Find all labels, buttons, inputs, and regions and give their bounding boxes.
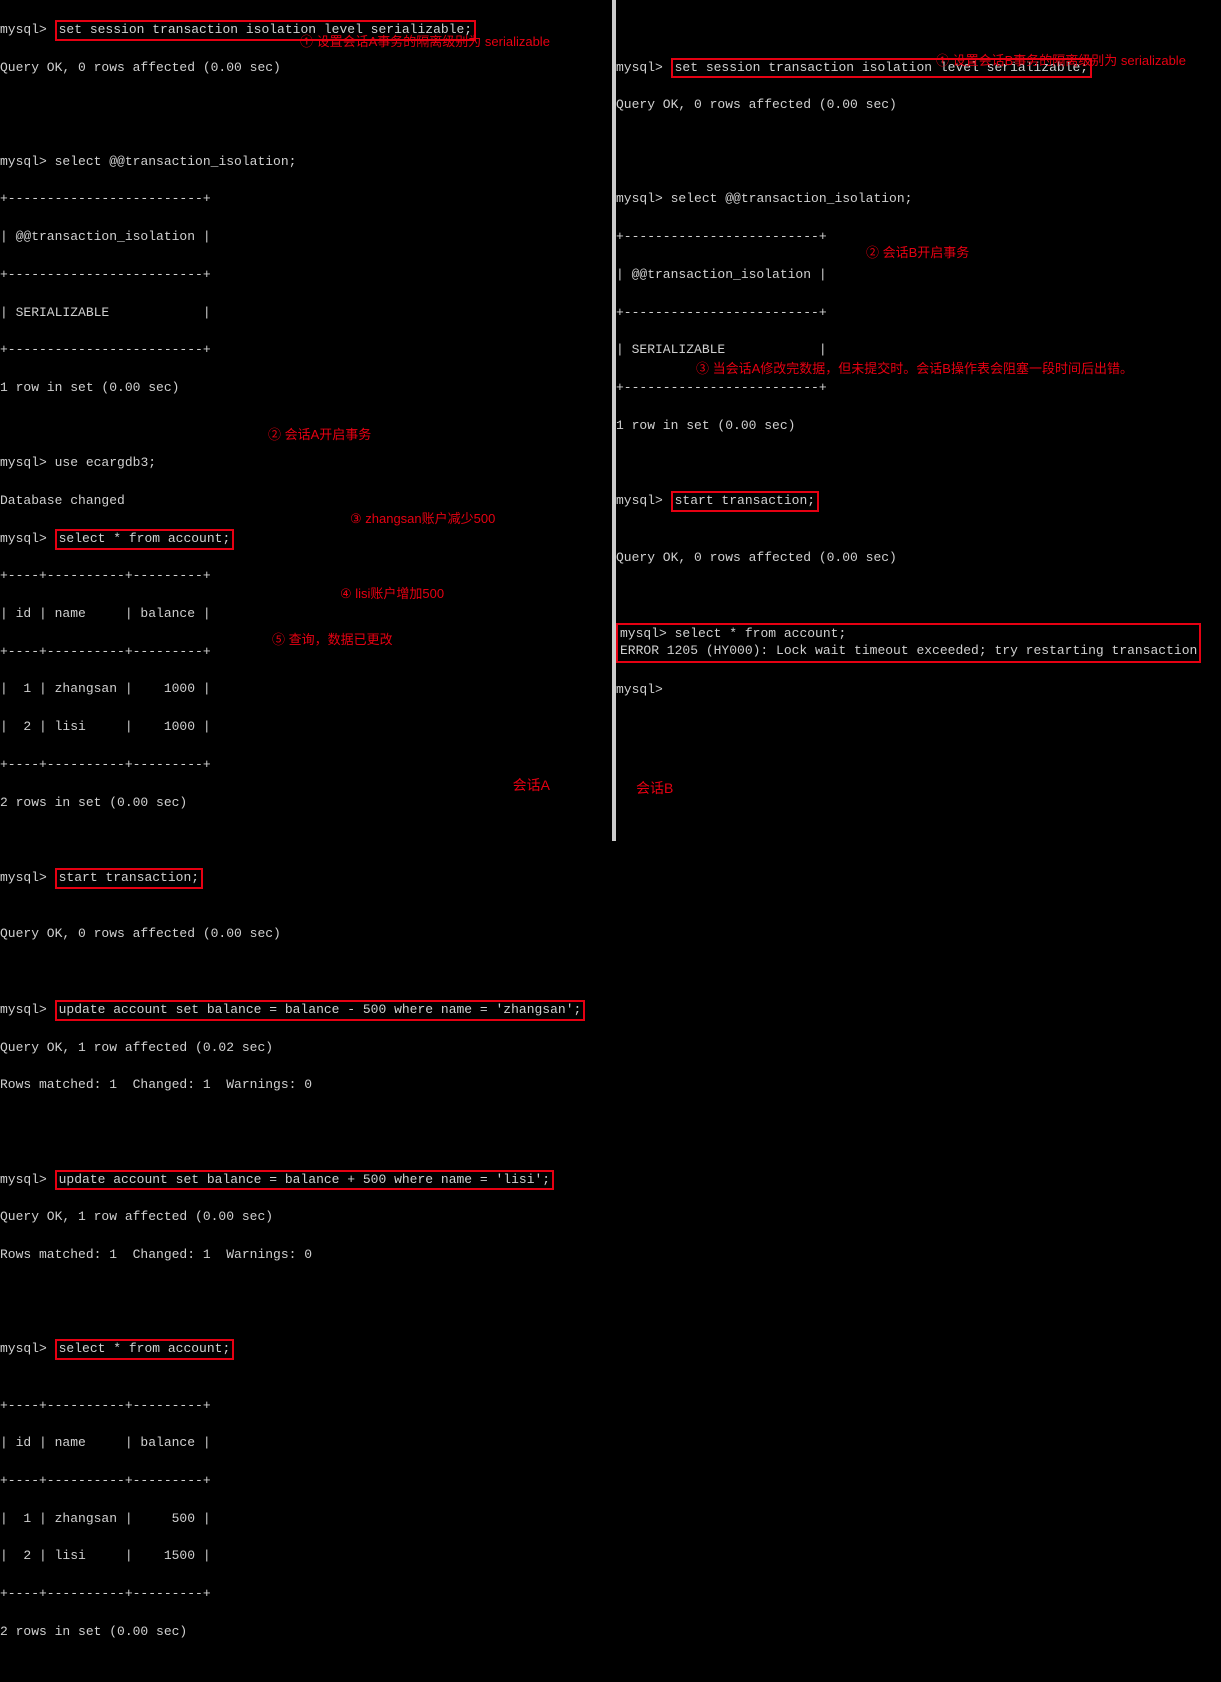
terminal-session-b[interactable]: mysql> set session transaction isolation… [616,0,1217,841]
result-line: Query OK, 0 rows affected (0.00 sec) [0,59,612,78]
table-border: +----+----------+---------+ [0,756,612,775]
table-header: | id | name | balance | [0,1434,612,1453]
table-border: +-------------------------+ [616,379,1217,398]
table-row: | SERIALIZABLE | [616,341,1217,360]
mysql-prompt: mysql> [0,870,47,885]
cmd-select-iso: select @@transaction_isolation; [55,154,297,169]
annotation-1b: ① 设置会话B事务的隔离级别为 serializable [936,52,1186,71]
result-line: Database changed [0,492,612,511]
annotation-2a: ② 会话A开启事务 [268,426,371,445]
table-header: | @@transaction_isolation | [0,228,612,247]
mysql-prompt: mysql> [0,531,47,546]
table-header: | @@transaction_isolation | [616,266,1217,285]
cmd-use-db: use ecargdb3; [55,455,156,470]
mysql-prompt: mysql> [616,493,663,508]
cmd-select-account-1: select * from account; [55,529,235,550]
cmd-select-account-2: select * from account; [55,1339,235,1360]
result-line: Rows matched: 1 Changed: 1 Warnings: 0 [0,1246,612,1265]
table-border: +-------------------------+ [0,341,612,360]
annotation-3b: ③ 当会话A修改完数据，但未提交时。会话B操作表会阻塞一段时间后出错。 [696,360,1133,379]
result-line: Query OK, 0 rows affected (0.00 sec) [0,925,612,944]
table-border: +-------------------------+ [0,266,612,285]
result-line: Rows matched: 1 Changed: 1 Warnings: 0 [0,1076,612,1095]
table-border: +-------------------------+ [616,304,1217,323]
result-line: Query OK, 1 row affected (0.02 sec) [0,1039,612,1058]
session-label-a: 会话A [513,775,550,795]
result-line: Query OK, 0 rows affected (0.00 sec) [616,549,1217,568]
mysql-prompt: mysql> [616,191,663,206]
table-row: | 2 | lisi | 1500 | [0,1547,612,1566]
table-header: | id | name | balance | [0,605,612,624]
result-line: 2 rows in set (0.00 sec) [0,794,612,813]
table-border: +-------------------------+ [0,190,612,209]
cmd-start-tx-a: start transaction; [55,868,203,889]
annotation-1a: ① 设置会话A事务的隔离级别为 serializable [300,33,550,52]
mysql-prompt: mysql> [0,455,47,470]
cmd-update-2: update account set balance = balance + 5… [55,1170,554,1191]
result-line: 1 row in set (0.00 sec) [0,379,612,398]
table-border: +----+----------+---------+ [0,1585,612,1604]
session-label-b: 会话B [636,778,673,798]
cmd-start-tx-b: start transaction; [671,491,819,512]
annotation-4a: ④ lisi账户增加500 [340,585,444,604]
table-row: | SERIALIZABLE | [0,304,612,323]
result-line: 1 row in set (0.00 sec) [616,417,1217,436]
table-border: +----+----------+---------+ [0,567,612,586]
table-row: | 1 | zhangsan | 500 | [0,1510,612,1529]
result-line: Query OK, 1 row affected (0.00 sec) [0,1208,612,1227]
table-row: | 1 | zhangsan | 1000 | [0,680,612,699]
annotation-5a: ⑤ 查询，数据已更改 [272,631,393,650]
result-line: 2 rows in set (0.00 sec) [0,1623,612,1642]
mysql-prompt: mysql> [0,1002,47,1017]
cmd-update-1: update account set balance = balance - 5… [55,1000,586,1021]
cmd-select-iso-b: select @@transaction_isolation; [671,191,913,206]
error-block-b: mysql> select * from account; ERROR 1205… [616,623,1201,663]
mysql-prompt: mysql> [0,1172,47,1187]
mysql-prompt: mysql> [0,22,47,37]
mysql-prompt: mysql> [0,154,47,169]
annotation-3a: ③ zhangsan账户减少500 [350,510,495,529]
mysql-prompt: mysql> [616,682,663,697]
table-border: +----+----------+---------+ [0,1472,612,1491]
terminal-session-a[interactable]: mysql> set session transaction isolation… [0,0,616,841]
annotation-2b: ② 会话B开启事务 [866,244,969,263]
table-row: | 2 | lisi | 1000 | [0,718,612,737]
result-line: Query OK, 0 rows affected (0.00 sec) [616,96,1217,115]
table-border: +----+----------+---------+ [0,1397,612,1416]
mysql-prompt: mysql> [616,60,663,75]
mysql-prompt: mysql> [0,1341,47,1356]
